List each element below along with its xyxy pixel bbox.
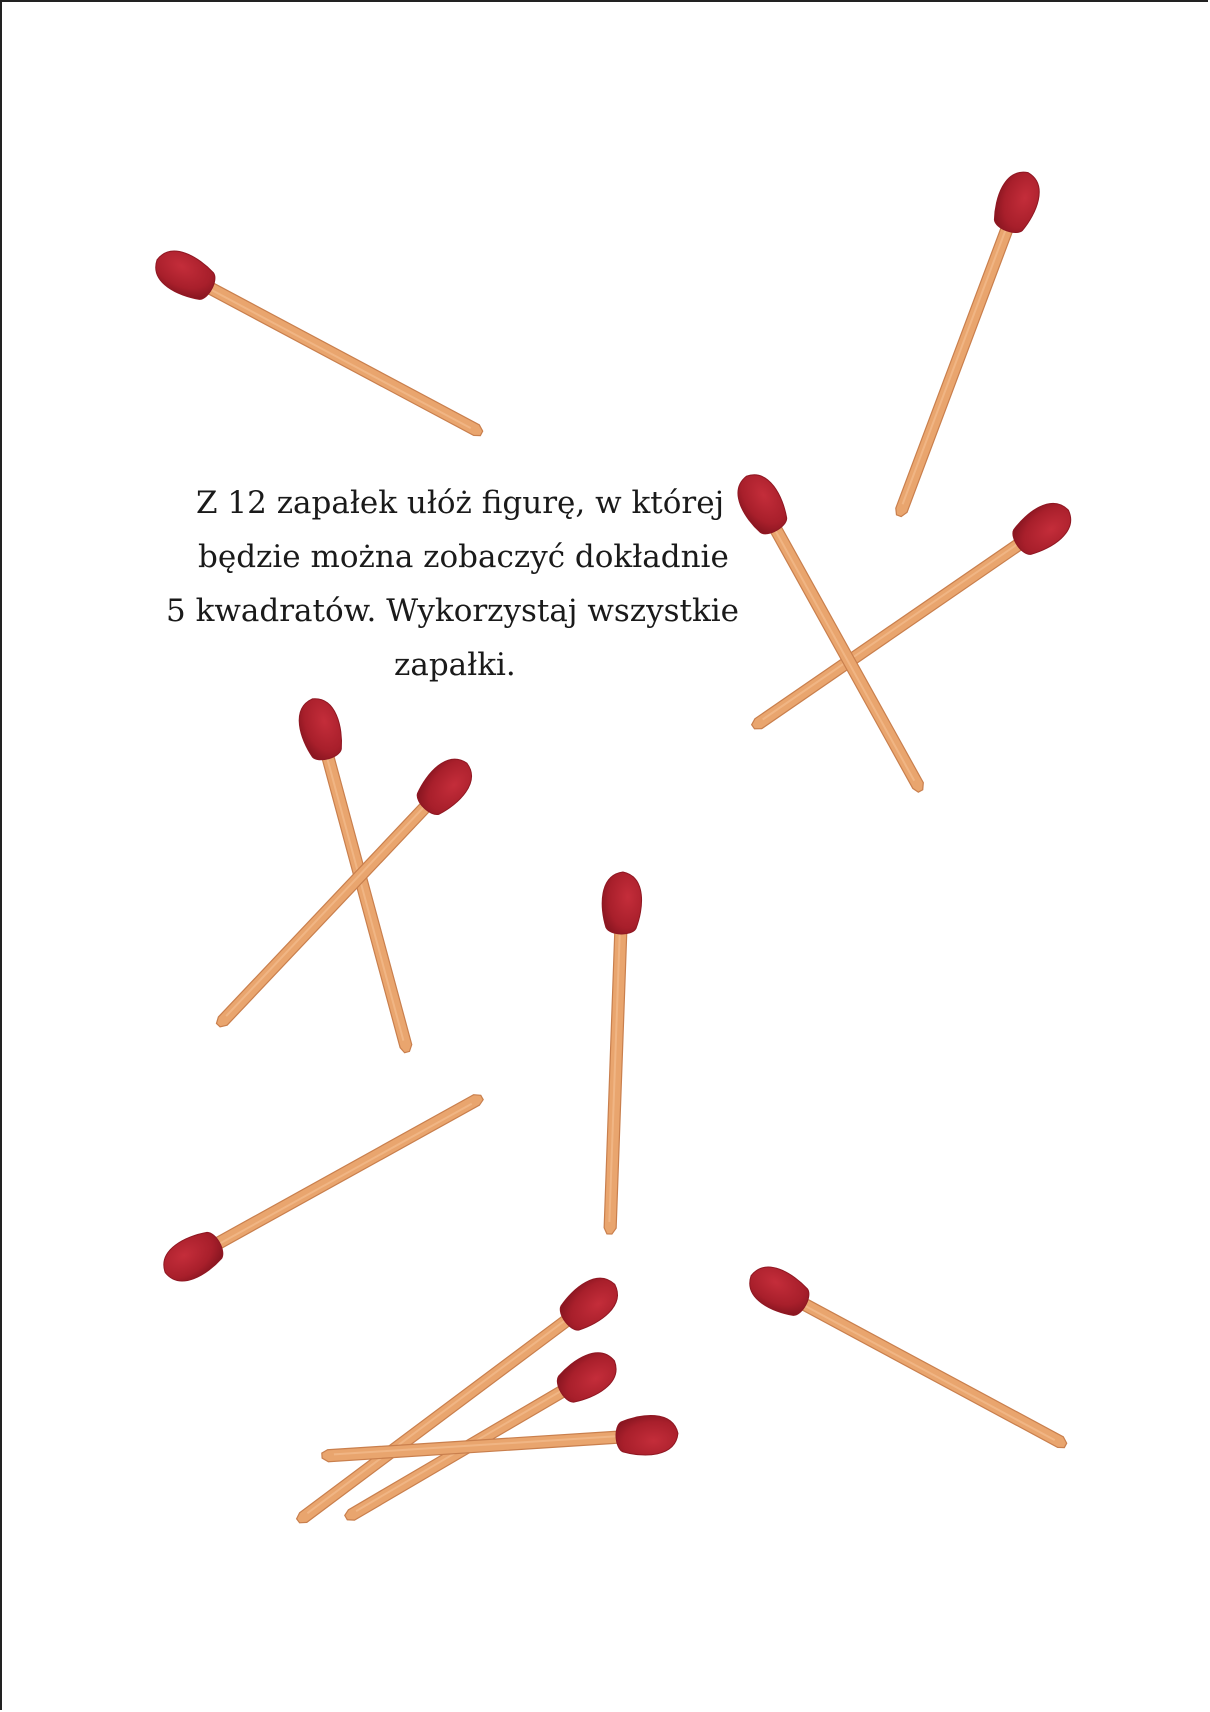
match-head (993, 171, 1040, 234)
match-8 (163, 1094, 484, 1282)
match-stick-grain (205, 286, 472, 430)
match-head (601, 871, 643, 935)
match-10 (295, 1277, 618, 1524)
match-stick-grain (771, 525, 916, 782)
match-head (749, 1266, 810, 1316)
match-2 (895, 171, 1040, 518)
match-stick-grain (214, 1102, 473, 1248)
match-head (163, 1231, 224, 1282)
match-stick (193, 1094, 484, 1262)
match-7 (601, 871, 643, 1235)
match-stick (757, 504, 924, 793)
matches-illustration (155, 171, 1072, 1524)
match-9 (749, 1266, 1068, 1449)
match-stick-grain (225, 802, 429, 1017)
page: Z 12 zapałek ułóż figurę, w której będzi… (0, 0, 1208, 1710)
match-1 (155, 250, 484, 437)
match-4 (737, 474, 924, 793)
match-stick-grain (799, 1302, 1056, 1442)
match-head (155, 250, 216, 300)
match-stick (779, 1286, 1068, 1449)
match-stick-grain (901, 224, 1009, 505)
match-head (556, 1352, 617, 1403)
match-stick (315, 731, 413, 1054)
match-stick (895, 203, 1022, 518)
match-3 (750, 503, 1072, 730)
match-head (298, 698, 343, 761)
match-head (615, 1414, 679, 1456)
match-head (737, 474, 788, 535)
